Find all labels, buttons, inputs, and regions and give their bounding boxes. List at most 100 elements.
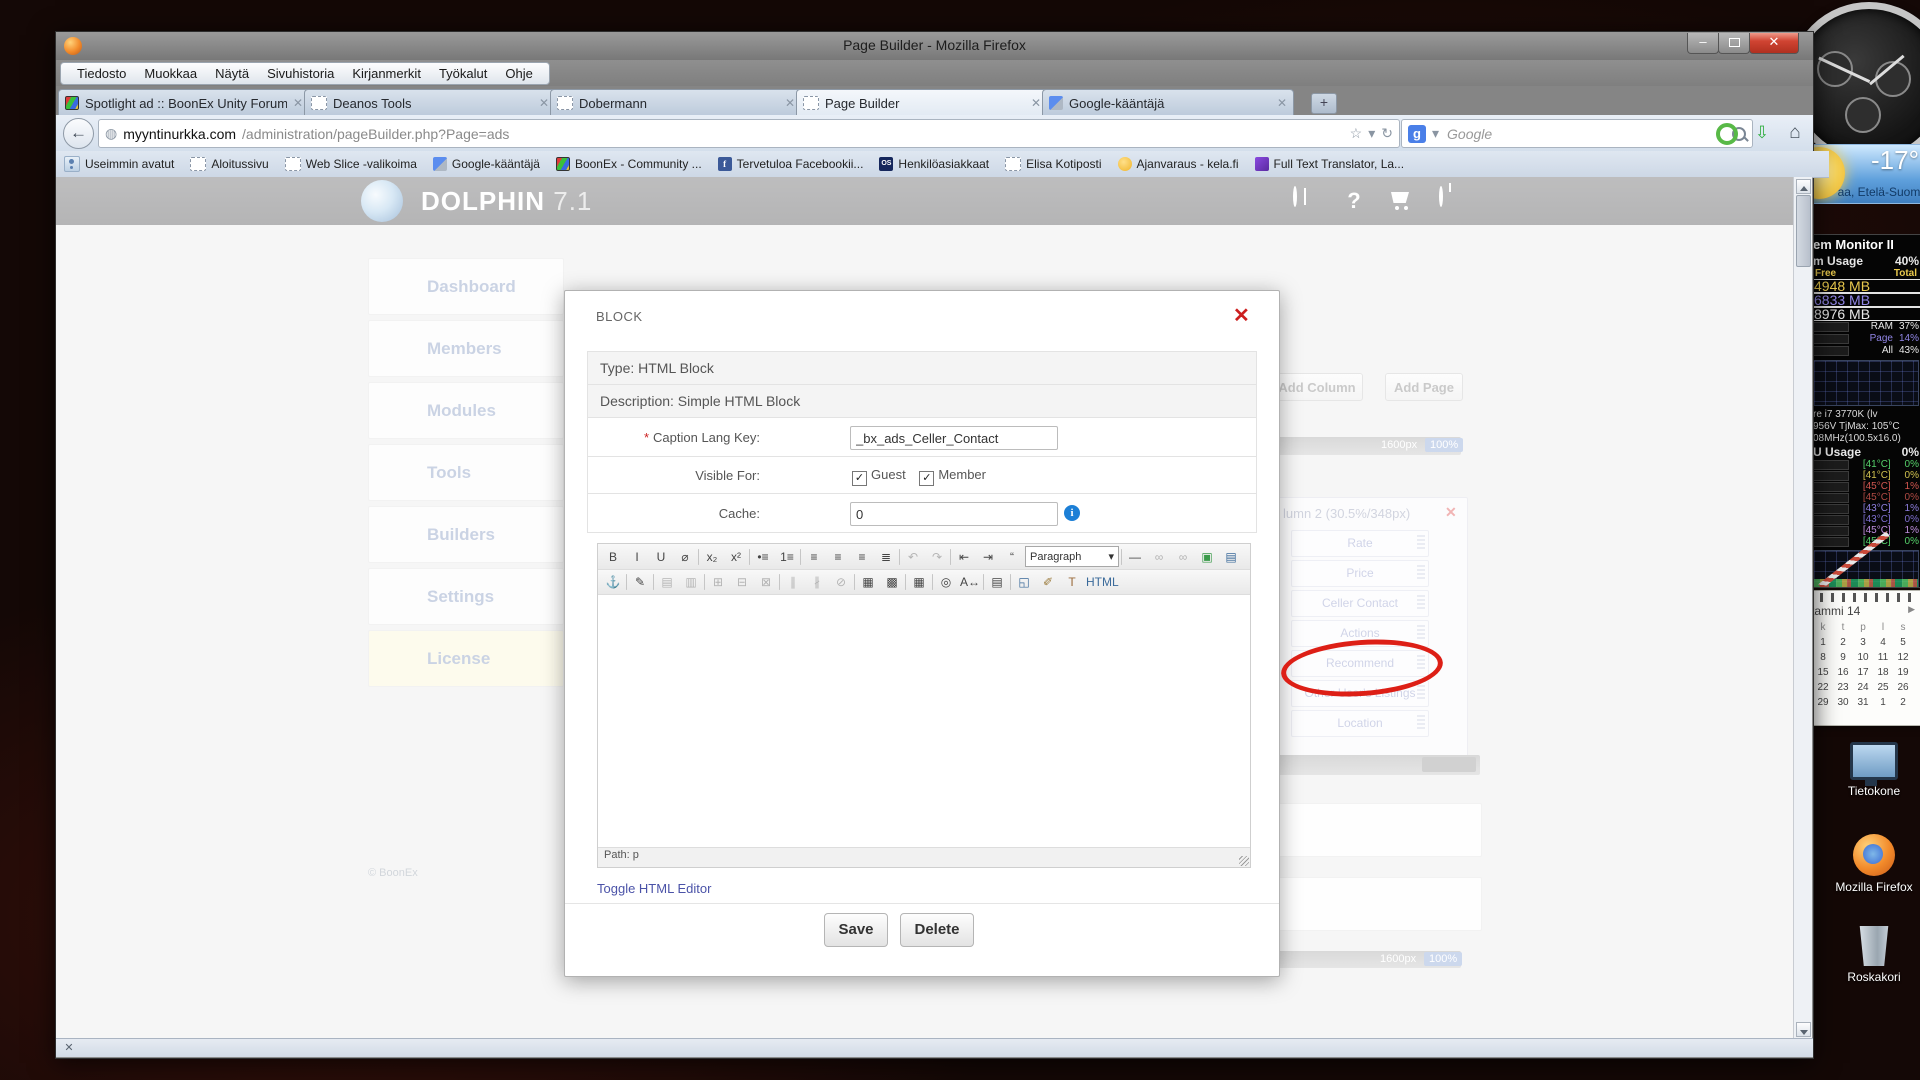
calendar-cell[interactable]: 25 [1873,680,1893,695]
fullscreen-button[interactable]: ◱ [1013,572,1035,592]
home-button[interactable]: ⌂ [1782,121,1808,145]
bookmark-item[interactable]: Useimmin avatut [64,156,174,172]
bold-button[interactable]: B [602,547,624,567]
addon-circle-icon[interactable] [1716,123,1738,145]
guest-checkbox[interactable]: ✓ [852,471,867,486]
insert-row-above-button[interactable]: ⊞ [707,572,729,592]
tab-close-icon[interactable]: ✕ [785,96,795,110]
bookmark-star-icon[interactable]: ☆ [1350,125,1363,142]
bookmark-item[interactable]: Google-kääntäjä [433,157,540,171]
new-tab-button[interactable]: + [1311,93,1337,114]
calendar-cell[interactable]: 11 [1873,650,1893,665]
table-cell-props-button[interactable]: ▥ [680,572,702,592]
menu-item[interactable]: Kirjanmerkit [344,65,429,82]
find-button[interactable]: ◎ [935,572,957,592]
calendar-cell[interactable]: 12 [1893,650,1913,665]
menu-item[interactable]: Ohje [497,65,540,82]
calendar-cell[interactable]: 23 [1833,680,1853,695]
delete-button[interactable]: Delete [900,913,974,947]
align-justify-button[interactable]: ≣ [875,547,897,567]
numbered-list-button[interactable]: 1≡ [776,547,798,567]
align-right-button[interactable]: ≡ [851,547,873,567]
browser-tab[interactable]: Google-kääntäjä ✕ [1042,89,1294,116]
image-button[interactable]: ▣ [1196,547,1218,567]
tab-close-icon[interactable]: ✕ [1277,96,1287,110]
calendar-cell[interactable]: 26 [1893,680,1913,695]
paste-text-button[interactable]: T [1061,572,1083,592]
align-center-button[interactable]: ≡ [827,547,849,567]
unlink-button[interactable]: ∞ [1172,547,1194,567]
anchor-button[interactable]: ⚓ [602,572,624,592]
member-checkbox[interactable]: ✓ [919,471,934,486]
info-icon[interactable]: i [1064,505,1080,521]
menu-item[interactable]: Työkalut [431,65,495,82]
table-row-props-button[interactable]: ▤ [656,572,678,592]
bullet-list-button[interactable]: •≡ [752,547,774,567]
search-bar[interactable]: g ▾ [1401,119,1753,148]
print-button[interactable]: ▤ [986,572,1008,592]
calendar-cell[interactable]: 24 [1853,680,1873,695]
resize-grip-icon[interactable] [1239,856,1249,866]
editor-text-area[interactable] [598,595,1250,847]
browser-tab[interactable]: Page Builder ✕ [796,89,1048,116]
maximize-button[interactable] [1718,33,1750,54]
blockquote-button[interactable]: “ [1001,547,1023,567]
insert-table-button[interactable]: ▦ [857,572,879,592]
calendar-cell[interactable]: 3 [1853,635,1873,650]
calendar-cell[interactable]: 1 [1813,635,1833,650]
desktop-icon-firefox[interactable]: Mozilla Firefox [1828,834,1920,894]
urlbar-dropdown-icon[interactable]: ▾ [1368,125,1375,142]
search-engine-dropdown-icon[interactable]: ▾ [1432,125,1439,142]
desktop-icon-computer[interactable]: Tietokone [1828,742,1920,798]
calendar-cell[interactable]: 22 [1813,680,1833,695]
bookmark-item[interactable]: BoonEx - Community ... [556,157,702,171]
caption-lang-key-input[interactable] [850,426,1058,450]
bookmark-item[interactable]: Web Slice -valikoima [285,157,417,171]
menu-item[interactable]: Näytä [207,65,257,82]
reload-icon[interactable]: ↻ [1381,125,1393,142]
findbar-close-icon[interactable]: ✕ [62,1041,76,1055]
tab-close-icon[interactable]: ✕ [539,96,549,110]
remove-format-button[interactable]: ⌀ [674,547,696,567]
bookmark-item[interactable]: Elisa Kotiposti [1005,157,1101,171]
insert-row-below-button[interactable]: ⊟ [731,572,753,592]
table-props-button[interactable]: ▦ [908,572,930,592]
scrollbar-thumb[interactable] [1796,195,1811,267]
edit-html-button[interactable]: ✎ [629,572,651,592]
undo-button[interactable]: ↶ [902,547,924,567]
calendar-cell[interactable]: 30 [1833,695,1853,710]
url-bar[interactable]: ◍ myyntinurkka.com /administration/pageB… [98,119,1400,148]
scroll-down-icon[interactable] [1796,1022,1811,1037]
insert-col-left-button[interactable]: ∥ [782,572,804,592]
calendar-cell[interactable]: 31 [1853,695,1873,710]
delete-col-button[interactable]: ⊘ [830,572,852,592]
italic-button[interactable]: I [626,547,648,567]
minimize-button[interactable]: – [1687,33,1719,54]
close-button[interactable]: ✕ [1749,33,1799,54]
search-input[interactable] [1445,125,1726,143]
outdent-button[interactable]: ⇤ [953,547,975,567]
toggle-html-editor-link[interactable]: Toggle HTML Editor [597,881,711,896]
calendar-cell[interactable]: 16 [1833,665,1853,680]
back-button[interactable]: ← [63,118,94,149]
link-button[interactable]: ∞ [1148,547,1170,567]
menu-item[interactable]: Muokkaa [136,65,205,82]
html-button[interactable]: HTML [1085,572,1120,592]
insert-col-right-button[interactable]: ∦ [806,572,828,592]
calendar-cell[interactable]: 8 [1813,650,1833,665]
menu-item[interactable]: Sivuhistoria [259,65,342,82]
media-button[interactable]: ▤ [1220,547,1242,567]
delete-row-button[interactable]: ⊠ [755,572,777,592]
cleanup-button[interactable]: ✐ [1037,572,1059,592]
calendar-cell[interactable]: 2 [1833,635,1853,650]
calendar-cell[interactable]: 1 [1873,695,1893,710]
hr-button[interactable]: — [1124,547,1146,567]
calendar-cell[interactable]: 9 [1833,650,1853,665]
calendar-cell[interactable]: 5 [1893,635,1913,650]
browser-tab[interactable]: Deanos Tools ✕ [304,89,556,116]
calendar-cell[interactable]: 29 [1813,695,1833,710]
window-titlebar[interactable]: Page Builder - Mozilla Firefox – ✕ [56,32,1813,60]
tab-close-icon[interactable]: ✕ [1031,96,1041,110]
modal-close-icon[interactable]: ✕ [1233,303,1250,328]
browser-tab[interactable]: Spotlight ad :: BoonEx Unity Forums ✕ [58,89,310,116]
